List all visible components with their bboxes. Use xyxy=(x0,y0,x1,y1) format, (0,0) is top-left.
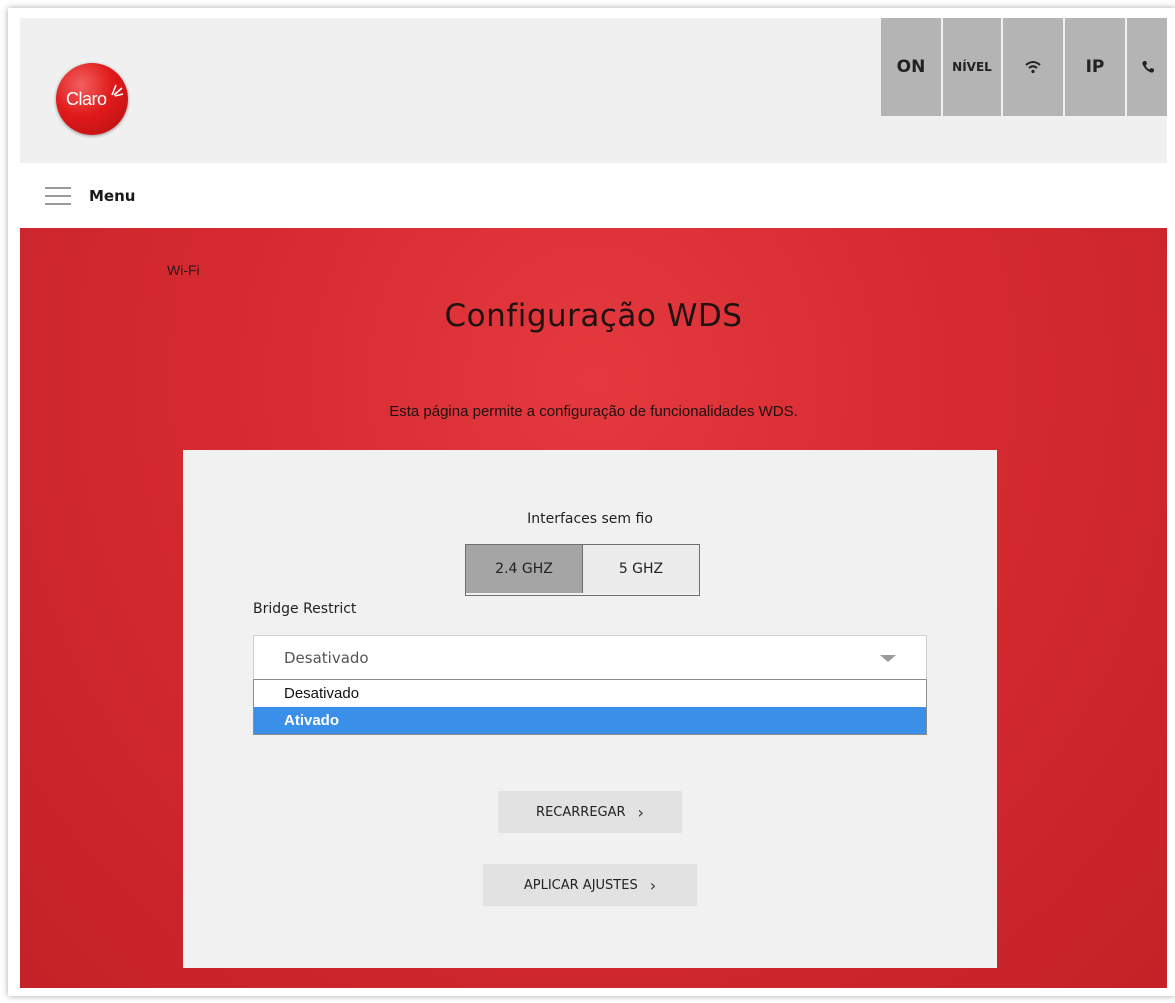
status-bar: ON NÍVEL IP xyxy=(879,18,1167,116)
option-desativado[interactable]: Desativado xyxy=(254,680,926,707)
wifi-icon xyxy=(1025,61,1041,74)
breadcrumb[interactable]: Wi-Fi xyxy=(167,262,200,278)
interfaces-label: Interfaces sem fio xyxy=(527,511,653,527)
chevron-right-icon: › xyxy=(637,802,644,822)
band-5ghz-button[interactable]: 5 GHZ xyxy=(583,545,699,593)
top-header: Claro ON NÍVEL IP xyxy=(20,18,1167,163)
status-wifi-tile[interactable] xyxy=(1003,18,1063,116)
bridge-restrict-select[interactable]: Desativado xyxy=(253,635,927,681)
bridge-restrict-options: Desativado Ativado xyxy=(253,679,927,735)
status-nivel-label: NÍVEL xyxy=(952,60,992,74)
status-on-label: ON xyxy=(896,57,926,77)
wds-settings-panel: Interfaces sem fio 2.4 GHZ 5 GHZ Bridge … xyxy=(183,450,997,968)
status-nivel-tile[interactable]: NÍVEL xyxy=(943,18,1001,116)
status-phone-tile[interactable] xyxy=(1127,18,1167,116)
menu-bar: Menu xyxy=(20,163,1167,228)
band-toggle: 2.4 GHZ 5 GHZ xyxy=(465,544,700,596)
content-area: Wi-Fi Configuração WDS Esta página permi… xyxy=(20,228,1167,988)
page-description: Esta página permite a configuração de fu… xyxy=(389,403,798,420)
menu-label[interactable]: Menu xyxy=(89,187,135,205)
phone-icon xyxy=(1142,61,1154,73)
apply-settings-button[interactable]: APLICAR AJUSTES › xyxy=(483,864,697,906)
bridge-restrict-value: Desativado xyxy=(284,649,369,667)
logo-text: Claro xyxy=(66,89,107,109)
hamburger-icon[interactable] xyxy=(45,187,71,205)
chevron-down-icon xyxy=(880,655,896,662)
option-ativado[interactable]: Ativado xyxy=(254,707,926,734)
reload-button[interactable]: RECARREGAR › xyxy=(498,791,682,833)
band-24ghz-button[interactable]: 2.4 GHZ xyxy=(466,545,583,593)
apply-button-label: APLICAR AJUSTES xyxy=(523,877,638,893)
logo-rays-icon xyxy=(111,84,124,97)
reload-button-label: RECARREGAR xyxy=(536,804,626,820)
status-ip-label: IP xyxy=(1085,57,1105,77)
bridge-restrict-label: Bridge Restrict xyxy=(253,601,357,617)
claro-logo[interactable]: Claro xyxy=(56,63,128,135)
status-on-tile[interactable]: ON xyxy=(881,18,941,116)
status-ip-tile[interactable]: IP xyxy=(1065,18,1125,116)
page-title: Configuração WDS xyxy=(444,298,743,334)
chevron-right-icon: › xyxy=(649,875,657,895)
